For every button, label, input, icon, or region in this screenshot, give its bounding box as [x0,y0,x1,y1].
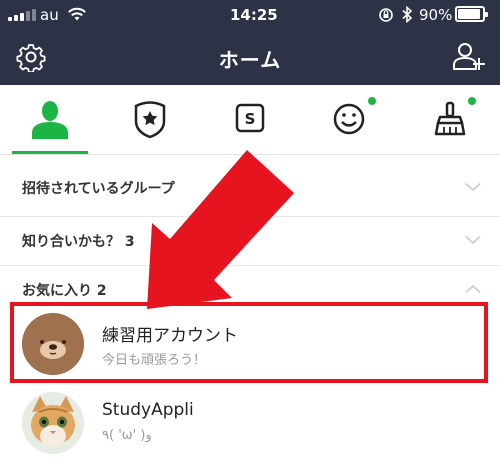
red-pointer-arrow [147,150,294,309]
